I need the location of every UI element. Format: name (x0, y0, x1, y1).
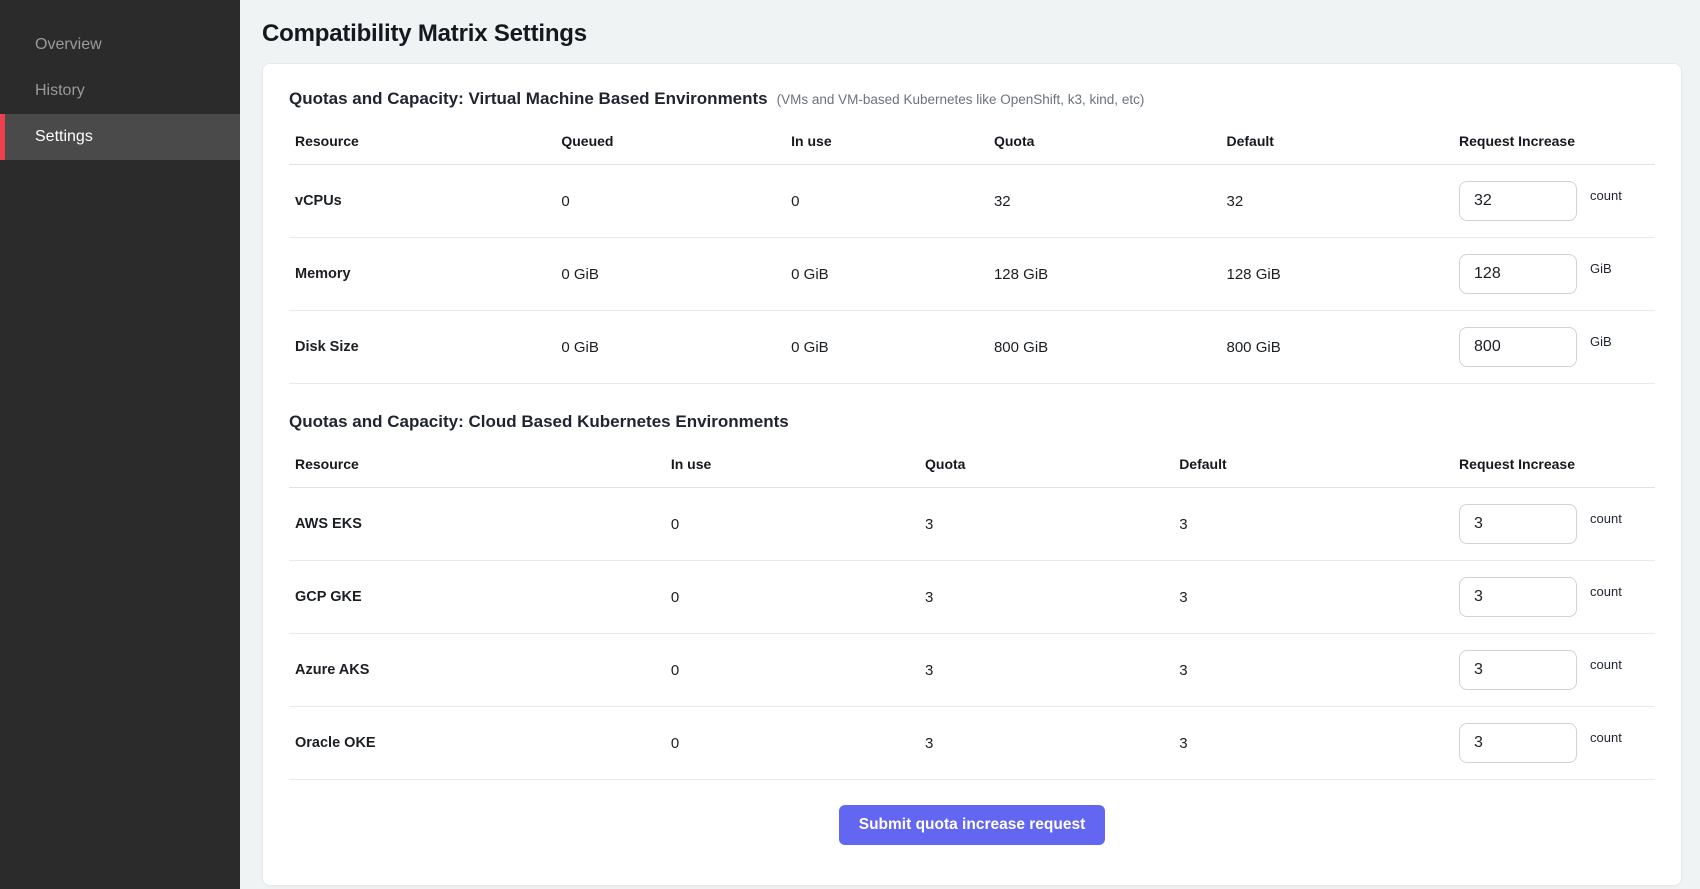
section-title: Quotas and Capacity: Virtual Machine Bas… (289, 89, 768, 109)
page-title: Compatibility Matrix Settings (262, 20, 1682, 48)
column-header-request-increase: Request Increase (1459, 133, 1647, 149)
table-row-oracle-oke: Oracle OKE 0 3 3 count (289, 707, 1655, 780)
default-value: 32 (1227, 193, 1460, 210)
table-row-disk-size: Disk Size 0 GiB 0 GiB 800 GiB 800 GiB Gi… (289, 311, 1655, 384)
resource-name: Oracle OKE (295, 735, 671, 751)
resource-name: GCP GKE (295, 589, 671, 605)
vm-quota-table: Resource Queued In use Quota Default Req… (289, 133, 1655, 384)
default-value: 3 (1179, 735, 1459, 752)
column-header-quota: Quota (994, 133, 1227, 149)
column-header-in-use: In use (791, 133, 994, 149)
quota-value: 32 (994, 193, 1227, 210)
quota-value: 3 (925, 589, 1179, 606)
request-increase-cell: GiB (1459, 254, 1647, 294)
in-use-value: 0 GiB (791, 339, 994, 356)
table-row-azure-aks: Azure AKS 0 3 3 count (289, 634, 1655, 707)
in-use-value: 0 (671, 662, 925, 679)
default-value: 3 (1179, 516, 1459, 533)
column-header-resource: Resource (295, 456, 671, 472)
sidebar-item-settings[interactable]: Settings (0, 114, 240, 160)
submit-bar: Submit quota increase request (289, 780, 1655, 867)
request-increase-input-aws-eks[interactable] (1459, 504, 1577, 544)
resource-name: Memory (295, 266, 561, 282)
quota-value: 3 (925, 662, 1179, 679)
section-heading: Quotas and Capacity: Virtual Machine Bas… (289, 89, 1655, 109)
request-increase-input-memory[interactable] (1459, 254, 1577, 294)
quota-value: 128 GiB (994, 266, 1227, 283)
default-value: 3 (1179, 662, 1459, 679)
request-increase-input-vcpus[interactable] (1459, 181, 1577, 221)
section-cloud-kubernetes: Quotas and Capacity: Cloud Based Kuberne… (289, 412, 1655, 780)
main-content: Compatibility Matrix Settings Quotas and… (240, 0, 1700, 889)
request-increase-input-gcp-gke[interactable] (1459, 577, 1577, 617)
column-header-queued: Queued (561, 133, 791, 149)
sidebar: Overview History Settings (0, 0, 240, 889)
table-row-vcpus: vCPUs 0 0 32 32 count (289, 165, 1655, 238)
queued-value: 0 (561, 193, 791, 210)
sidebar-item-history[interactable]: History (0, 68, 240, 114)
sidebar-item-overview[interactable]: Overview (0, 22, 240, 68)
section-heading: Quotas and Capacity: Cloud Based Kuberne… (289, 412, 1655, 432)
section-subtitle: (VMs and VM-based Kubernetes like OpenSh… (777, 92, 1145, 107)
table-header-row: Resource Queued In use Quota Default Req… (289, 133, 1655, 165)
table-header-row: Resource In use Quota Default Request In… (289, 456, 1655, 488)
unit-label: GiB (1590, 261, 1612, 276)
submit-quota-increase-button[interactable]: Submit quota increase request (839, 805, 1106, 845)
table-row-gcp-gke: GCP GKE 0 3 3 count (289, 561, 1655, 634)
unit-label: GiB (1590, 334, 1612, 349)
table-row-aws-eks: AWS EKS 0 3 3 count (289, 488, 1655, 561)
resource-name: Disk Size (295, 339, 561, 355)
default-value: 128 GiB (1227, 266, 1460, 283)
in-use-value: 0 (671, 589, 925, 606)
unit-label: count (1590, 511, 1622, 526)
request-increase-cell: count (1459, 181, 1647, 221)
unit-label: count (1590, 657, 1622, 672)
in-use-value: 0 (671, 516, 925, 533)
request-increase-cell: count (1459, 723, 1647, 763)
request-increase-input-azure-aks[interactable] (1459, 650, 1577, 690)
request-increase-cell: count (1459, 577, 1647, 617)
quota-value: 800 GiB (994, 339, 1227, 356)
queued-value: 0 GiB (561, 339, 791, 356)
in-use-value: 0 (671, 735, 925, 752)
default-value: 800 GiB (1227, 339, 1460, 356)
table-row-memory: Memory 0 GiB 0 GiB 128 GiB 128 GiB GiB (289, 238, 1655, 311)
column-header-default: Default (1227, 133, 1460, 149)
cloud-quota-table: Resource In use Quota Default Request In… (289, 456, 1655, 780)
section-vm-environments: Quotas and Capacity: Virtual Machine Bas… (289, 89, 1655, 384)
resource-name: AWS EKS (295, 516, 671, 532)
request-increase-cell: GiB (1459, 327, 1647, 367)
sidebar-item-label: Settings (35, 128, 93, 146)
unit-label: count (1590, 730, 1622, 745)
request-increase-input-oracle-oke[interactable] (1459, 723, 1577, 763)
request-increase-cell: count (1459, 504, 1647, 544)
column-header-resource: Resource (295, 133, 561, 149)
unit-label: count (1590, 188, 1622, 203)
column-header-in-use: In use (671, 456, 925, 472)
request-increase-input-disk-size[interactable] (1459, 327, 1577, 367)
resource-name: vCPUs (295, 193, 561, 209)
quota-value: 3 (925, 735, 1179, 752)
quota-value: 3 (925, 516, 1179, 533)
section-title: Quotas and Capacity: Cloud Based Kuberne… (289, 412, 789, 432)
sidebar-item-label: Overview (35, 36, 102, 54)
in-use-value: 0 (791, 193, 994, 210)
sidebar-item-label: History (35, 82, 85, 100)
in-use-value: 0 GiB (791, 266, 994, 283)
default-value: 3 (1179, 589, 1459, 606)
queued-value: 0 GiB (561, 266, 791, 283)
unit-label: count (1590, 584, 1622, 599)
column-header-default: Default (1179, 456, 1459, 472)
column-header-request-increase: Request Increase (1459, 456, 1647, 472)
quotas-card: Quotas and Capacity: Virtual Machine Bas… (262, 63, 1682, 886)
column-header-quota: Quota (925, 456, 1179, 472)
resource-name: Azure AKS (295, 662, 671, 678)
request-increase-cell: count (1459, 650, 1647, 690)
